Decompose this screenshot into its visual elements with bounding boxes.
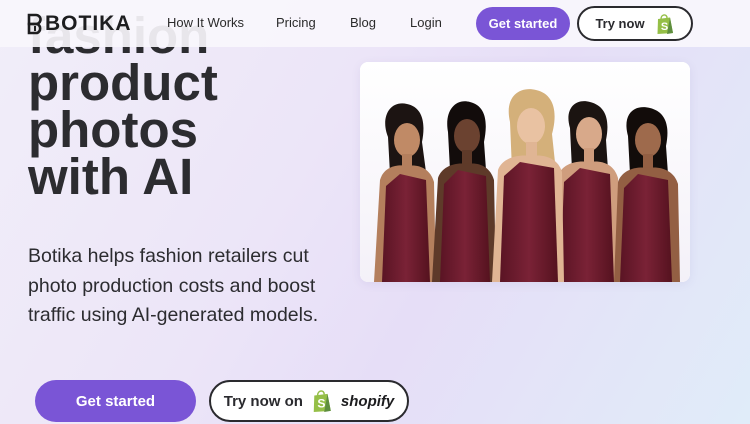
page: fashion product photos with AI BOTIKA Ho…: [0, 0, 750, 424]
header-get-started-button[interactable]: Get started: [476, 7, 570, 40]
svg-text:S: S: [660, 21, 667, 33]
shopify-wordmark: shopify: [340, 392, 395, 410]
hero-subtitle: Botika helps fashion retailers cut photo…: [28, 245, 319, 326]
hero-title-line: with AI: [28, 148, 194, 205]
nav-login[interactable]: Login: [410, 15, 442, 30]
header-try-now-label: Try now: [595, 16, 645, 31]
site-header: BOTIKA How It Works Pricing Blog Login G…: [0, 0, 750, 47]
svg-text:S: S: [317, 397, 325, 411]
nav-blog[interactable]: Blog: [350, 15, 376, 30]
hero-try-now-label: Try now on: [223, 392, 303, 410]
logo[interactable]: BOTIKA: [27, 12, 132, 36]
header-get-started-label: Get started: [488, 16, 558, 31]
logo-text: BOTIKA: [45, 12, 132, 35]
hero-title-line: photos: [28, 101, 198, 158]
shopify-bag-icon: S: [313, 390, 331, 412]
hero-get-started-label: Get started: [75, 392, 156, 410]
botika-logo-icon: [27, 13, 42, 35]
models-illustration: [360, 62, 690, 282]
nav-how-it-works[interactable]: How It Works: [167, 15, 244, 30]
hero-try-now-shopify-button[interactable]: Try now on S shopify: [209, 380, 409, 422]
hero-get-started-button[interactable]: Get started: [35, 380, 196, 422]
ai-models-image: [360, 62, 690, 282]
shopify-bag-icon: S: [657, 13, 673, 34]
nav-pricing[interactable]: Pricing: [276, 15, 316, 30]
hero-title-line: product: [28, 54, 218, 111]
header-try-now-button[interactable]: Try now S: [577, 6, 693, 41]
